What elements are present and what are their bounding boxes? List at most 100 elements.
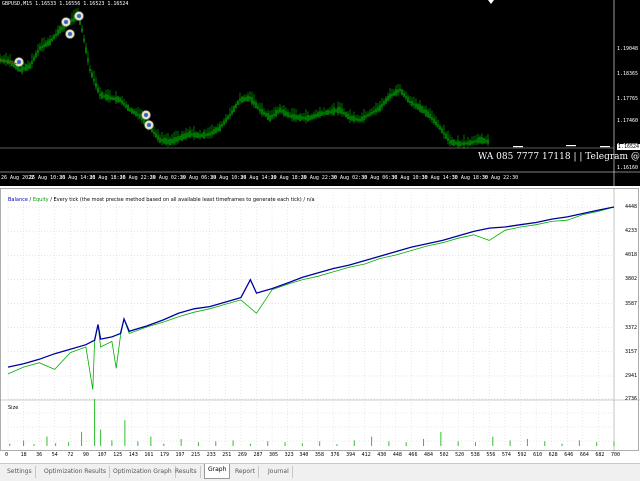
candle-body	[221, 124, 223, 127]
candle-body	[325, 110, 327, 115]
candle-body	[307, 114, 309, 122]
candle-body	[479, 136, 481, 144]
candle-body	[135, 111, 137, 116]
candle-body	[395, 89, 397, 96]
candle-body	[71, 18, 73, 22]
candle-body	[413, 103, 415, 106]
candle-body	[467, 141, 469, 145]
candle-body	[35, 52, 37, 58]
size-bar	[544, 441, 546, 446]
candle-body	[213, 129, 215, 135]
candle-body	[335, 109, 337, 113]
candle-body	[311, 115, 313, 120]
size-bar	[336, 444, 338, 446]
size-bar	[46, 436, 48, 446]
candle-body	[79, 20, 81, 25]
candle-body	[81, 28, 83, 32]
candle-body	[351, 115, 353, 121]
x-tick-label: 161	[144, 452, 154, 458]
tab-graph[interactable]: Graph	[204, 464, 231, 479]
tab-optimization-results[interactable]: Optimization Results	[41, 466, 110, 478]
x-tick-label: 664	[579, 452, 589, 458]
time-label: 30 Aug 22:30	[482, 175, 519, 181]
candle-body	[231, 109, 233, 115]
candle-body	[363, 115, 365, 120]
y-tick-label: 2736	[624, 396, 637, 402]
candle-body	[417, 103, 419, 110]
size-bar	[301, 443, 303, 446]
size-bar	[124, 420, 126, 446]
candle-body	[89, 68, 91, 72]
candle-body	[379, 104, 381, 112]
x-tick-label: 18	[20, 452, 27, 458]
tab-settings[interactable]: Settings	[4, 466, 36, 478]
candle-body	[449, 140, 451, 144]
candle-body	[133, 110, 135, 115]
candle-body	[199, 134, 201, 138]
size-bar	[81, 431, 83, 446]
candle-body	[471, 140, 473, 145]
tab-journal[interactable]: Journal	[265, 466, 293, 478]
candle-body	[251, 97, 253, 104]
candle-body	[389, 93, 391, 99]
tab-optimization-graph[interactable]: Optimization Graph	[110, 466, 176, 478]
candle-body	[331, 109, 333, 114]
price-chart[interactable]: GBPUSD,M15 1.16533 1.16556 1.16523 1.165…	[0, 0, 640, 186]
x-tick-label: 376	[330, 452, 340, 458]
tab-report[interactable]: Report	[232, 466, 259, 478]
candle-body	[59, 26, 61, 34]
size-bar	[197, 442, 199, 446]
y-tick-label: 2941	[624, 373, 637, 379]
candle-body	[245, 96, 247, 101]
candle-body	[345, 112, 347, 118]
x-tick-label: 179	[159, 452, 169, 458]
candle-body	[237, 101, 239, 105]
candle-body	[193, 132, 195, 137]
candle-body	[265, 112, 267, 117]
candle-body	[353, 116, 355, 122]
candle-body	[323, 112, 325, 115]
candle-body	[375, 108, 377, 113]
x-tick-label: 0	[5, 452, 9, 458]
candle-body	[249, 96, 251, 100]
size-bar	[150, 436, 152, 446]
candle-body	[469, 140, 471, 146]
candle-body	[473, 140, 475, 144]
trade-marker-dot	[17, 60, 21, 64]
x-tick-label: 305	[269, 452, 279, 458]
x-tick-label: 143	[128, 452, 138, 458]
candle-body	[411, 101, 413, 106]
x-tick-label: 610	[533, 452, 543, 458]
size-bar	[596, 442, 598, 446]
x-tick-label: 72	[67, 452, 74, 458]
candle-body	[271, 114, 273, 119]
tab-results[interactable]: Results	[172, 466, 201, 478]
candle-body	[151, 128, 153, 132]
candle-body	[431, 116, 433, 120]
candle-body	[83, 38, 85, 42]
candle-body	[321, 111, 323, 116]
candle-body	[39, 46, 41, 50]
candle-body	[305, 116, 307, 120]
candle-body	[289, 114, 291, 118]
size-bar	[215, 441, 217, 446]
y-tick-label: 3587	[624, 300, 637, 307]
x-tick-label: 340	[299, 452, 309, 458]
candle-body	[205, 133, 207, 136]
candle-body	[55, 33, 57, 36]
x-tick-label: 484	[424, 452, 434, 458]
candle-body	[381, 103, 383, 108]
candle-body	[115, 96, 117, 102]
candle-body	[43, 44, 45, 48]
candle-body	[435, 121, 437, 126]
candle-body	[367, 113, 369, 117]
x-tick-label: 287	[253, 452, 263, 458]
candle-body	[309, 115, 311, 121]
size-bar	[578, 440, 580, 446]
candle-body	[343, 112, 345, 115]
candle-body	[61, 26, 63, 31]
size-bar	[232, 440, 234, 446]
candle-body	[187, 132, 189, 138]
x-tick-label: 323	[284, 452, 294, 458]
flat-candle	[566, 145, 576, 147]
